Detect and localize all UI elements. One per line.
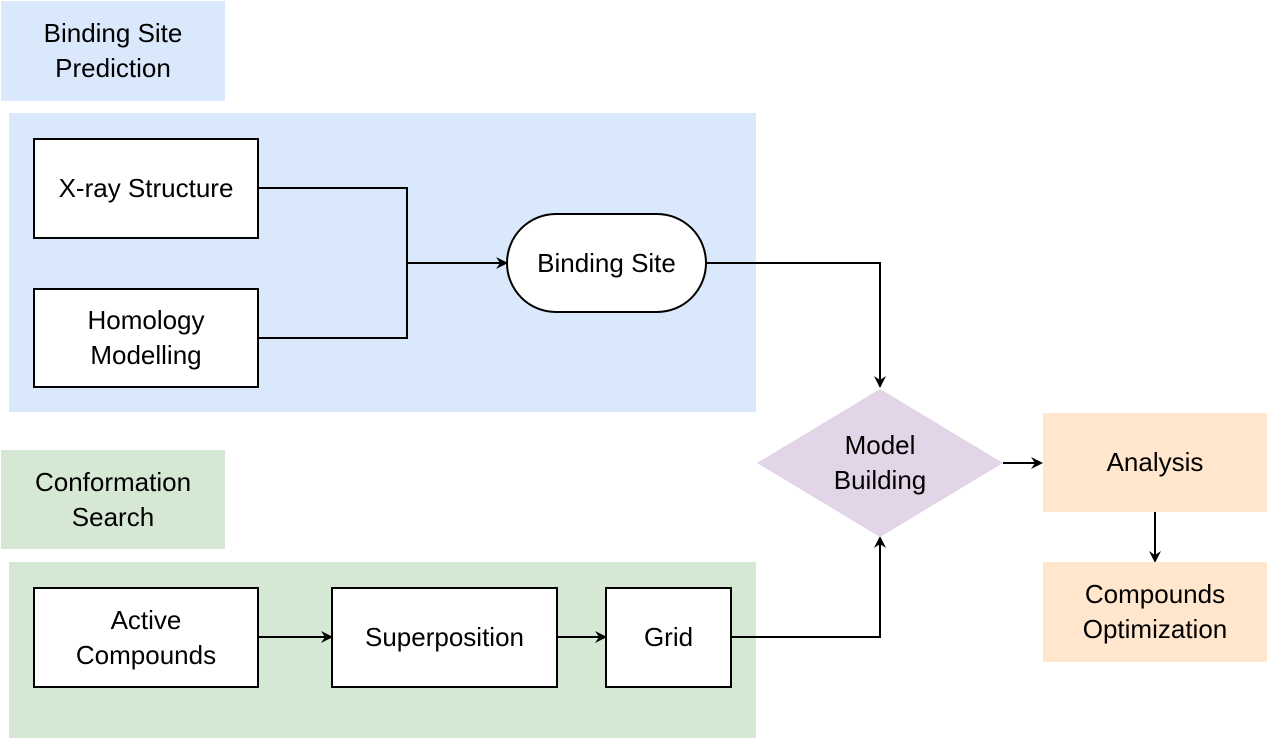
node-xray-structure[interactable]: X-ray Structure <box>33 138 259 239</box>
node-label: Grid <box>643 622 694 652</box>
node-superposition[interactable]: Superposition <box>331 587 558 688</box>
node-label: Superposition <box>365 622 524 652</box>
node-label: X-ray Structure <box>58 173 234 203</box>
edge-grid-to-model-building <box>731 536 886 638</box>
node-grid[interactable]: Grid <box>605 587 732 688</box>
node-label: Analysis <box>1106 447 1204 477</box>
node-label: Binding Site <box>537 247 676 278</box>
node-analysis[interactable]: Analysis <box>1043 413 1267 512</box>
model-building-diamond[interactable] <box>757 389 1003 537</box>
edge-binding-site-to-model-building <box>706 262 886 388</box>
edge-homology-to-binding-site <box>258 263 408 339</box>
node-compounds-optimization[interactable]: Compounds Optimization <box>1043 562 1267 662</box>
node-label: Compounds Optimization <box>1082 579 1228 644</box>
node-active-compounds[interactable]: Active Compounds <box>33 587 259 688</box>
node-binding-site[interactable]: Binding Site <box>506 213 707 313</box>
node-label: Active Compounds <box>75 604 217 670</box>
node-label: Homology Modelling <box>87 305 205 370</box>
node-homology-modelling[interactable]: Homology Modelling <box>33 288 259 388</box>
edge-xray-to-binding-site <box>258 187 508 269</box>
